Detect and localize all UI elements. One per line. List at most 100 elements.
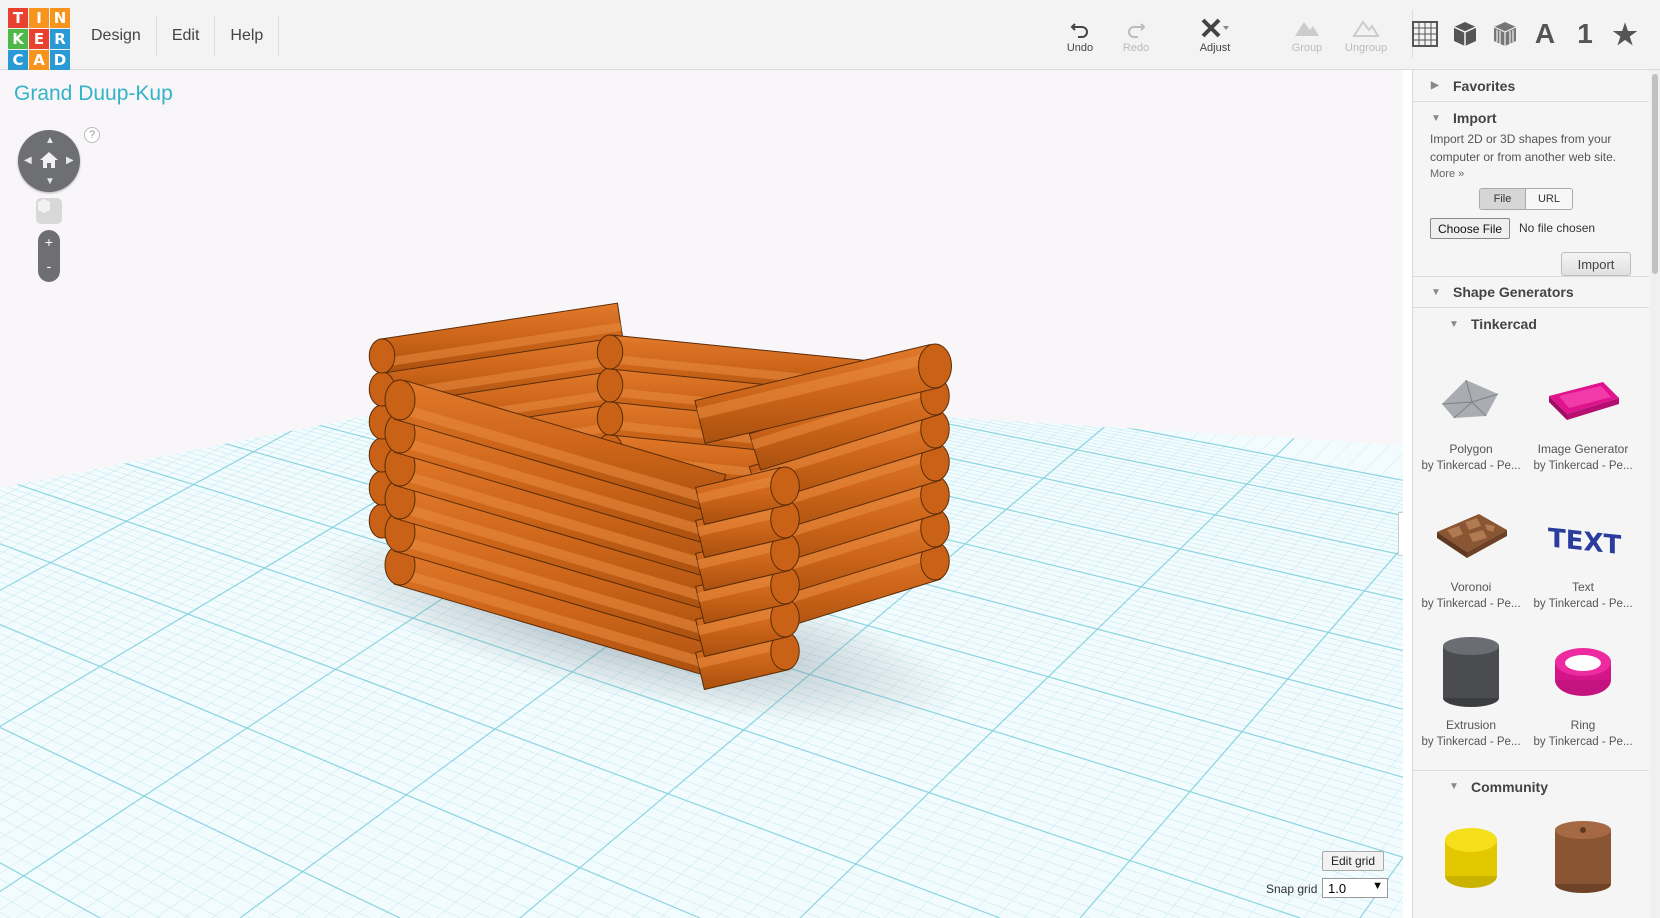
ring-thumbnail	[1543, 632, 1623, 712]
import-button[interactable]: Import	[1561, 252, 1631, 276]
undo-icon	[1069, 14, 1091, 42]
community-shape-card[interactable]	[1527, 818, 1639, 918]
expanded-triangle-icon: ▼	[1449, 318, 1459, 330]
snap-grid-select[interactable]: 1.0 ▼	[1322, 878, 1388, 898]
file-status: No file chosen	[1519, 221, 1596, 235]
logo-tile: K	[8, 29, 28, 49]
wireframe-box-icon[interactable]	[1490, 17, 1520, 51]
workplane-canvas[interactable]: Grand Duup-Kup ▲ ▼ ◀ ▶ ? + - Edit grid S…	[0, 70, 1403, 918]
snap-grid-label: Snap grid	[1266, 882, 1318, 896]
panel-collapse-toggle[interactable]: ❭	[1398, 512, 1403, 556]
help-icon[interactable]: ?	[84, 127, 100, 143]
shape-card-polygon[interactable]: Polygon by Tinkercad - Pe...	[1415, 356, 1527, 484]
redo-button[interactable]: Redo	[1106, 14, 1166, 60]
tinkercad-subsection-header[interactable]: ▼ Tinkercad	[1413, 308, 1649, 340]
redo-label: Redo	[1122, 42, 1150, 54]
tab-file[interactable]: File	[1480, 189, 1526, 209]
shape-name: Extrusion	[1445, 718, 1497, 732]
group-label: Group	[1291, 42, 1323, 54]
snap-grid-value: 1.0	[1328, 880, 1347, 896]
number-one-icon[interactable]: 1	[1570, 17, 1600, 51]
extrusion-thumbnail	[1431, 632, 1511, 712]
shape-author: by Tinkercad - Pe...	[1421, 460, 1521, 472]
shape-name: Image Generator	[1537, 442, 1629, 456]
scrollbar-thumb[interactable]	[1652, 74, 1658, 274]
shape-card-text[interactable]: TEXT Text by Tinkercad - Pe...	[1527, 494, 1639, 622]
expanded-triangle-icon: ▼	[1431, 112, 1441, 124]
orbit-left-icon[interactable]: ◀	[24, 155, 32, 166]
undo-label: Undo	[1066, 42, 1094, 54]
collapsed-triangle-icon: ▶	[1431, 80, 1439, 91]
favorites-title: Favorites	[1453, 77, 1516, 94]
grid-icon[interactable]	[1410, 17, 1440, 51]
tinkercad-logo[interactable]: TIN KER CAD	[8, 8, 72, 70]
ortho-view-button[interactable]	[36, 198, 62, 224]
orbit-right-icon[interactable]: ▶	[66, 155, 74, 166]
chevron-down-icon: ▼	[1372, 880, 1383, 892]
expanded-triangle-icon: ▼	[1449, 781, 1459, 792]
ungroup-label: Ungroup	[1344, 42, 1388, 54]
star-icon[interactable]: ★	[1610, 17, 1640, 51]
zoom-control: + -	[38, 230, 60, 282]
shape-name: Text	[1571, 580, 1594, 594]
box-icon[interactable]	[1450, 17, 1480, 51]
tab-url[interactable]: URL	[1526, 189, 1572, 209]
shape-author: by Tinkercad - Pe...	[1533, 736, 1633, 748]
shape-card-extrusion[interactable]: Extrusion by Tinkercad - Pe...	[1415, 632, 1527, 760]
yellow-shape-thumbnail	[1431, 818, 1511, 898]
cube-icon	[38, 199, 50, 213]
shape-name: Polygon	[1449, 442, 1493, 456]
edit-grid-button[interactable]: Edit grid	[1322, 851, 1385, 871]
logo-tile: E	[29, 29, 49, 49]
tinkercad-editor: TINKERCAD Design Edit Help Undo Redo Adj…	[0, 0, 1660, 918]
logo-tile: I	[29, 8, 49, 28]
orbit-down-icon[interactable]: ▼	[45, 176, 55, 187]
polygon-thumbnail	[1431, 356, 1511, 436]
image-generator-thumbnail	[1543, 356, 1623, 436]
adjust-icon	[1199, 14, 1231, 42]
design-title[interactable]: Grand Duup-Kup	[14, 82, 173, 106]
logo-tile: T	[8, 8, 28, 28]
zoom-in-button[interactable]: +	[38, 234, 60, 250]
import-more-link[interactable]: More »	[1430, 168, 1464, 180]
shape-generators-title: Shape Generators	[1453, 284, 1574, 300]
logo-tile: A	[29, 50, 49, 70]
undo-button[interactable]: Undo	[1050, 14, 1110, 60]
menu-help[interactable]: Help	[215, 16, 280, 56]
logo-tile: C	[8, 50, 28, 70]
main-menu: Design Edit Help	[76, 16, 280, 56]
sidebar-scrollbar[interactable]	[1650, 70, 1660, 918]
adjust-label: Adjust	[1199, 42, 1231, 54]
shape-card-voronoi[interactable]: Voronoi by Tinkercad - Pe...	[1415, 494, 1527, 622]
menu-edit[interactable]: Edit	[157, 16, 216, 56]
letter-a-icon[interactable]: A	[1530, 17, 1560, 51]
group-button[interactable]: Group	[1277, 14, 1337, 60]
choose-file-button[interactable]: Choose File	[1430, 218, 1511, 239]
voronoi-thumbnail	[1431, 494, 1511, 574]
favorites-header[interactable]: ▶ Favorites	[1413, 70, 1649, 102]
shape-generators-header[interactable]: ▼ Shape Generators	[1413, 276, 1649, 308]
ungroup-button[interactable]: Ungroup	[1336, 14, 1396, 60]
zoom-out-button[interactable]: -	[38, 258, 60, 274]
shape-author: by Tinkercad - Pe...	[1533, 598, 1633, 610]
adjust-button[interactable]: Adjust	[1185, 14, 1245, 60]
shape-name: Voronoi	[1450, 580, 1492, 594]
community-shape-card[interactable]	[1415, 818, 1527, 918]
redo-icon	[1125, 14, 1147, 42]
logo-tile: R	[50, 29, 70, 49]
menu-design[interactable]: Design	[76, 16, 157, 56]
shape-author: by Tinkercad - Pe...	[1533, 460, 1633, 472]
barrel-thumbnail	[1543, 818, 1623, 898]
view-navigation-control[interactable]: ▲ ▼ ◀ ▶	[18, 130, 80, 192]
orbit-up-icon[interactable]: ▲	[45, 135, 55, 146]
shape-name: Ring	[1570, 718, 1596, 732]
community-subsection-header[interactable]: ▼ Community	[1413, 770, 1649, 802]
home-view-icon[interactable]	[39, 151, 59, 169]
shape-card-image-generator[interactable]: Image Generator by Tinkercad - Pe...	[1527, 356, 1639, 484]
shape-card-ring[interactable]: Ring by Tinkercad - Pe...	[1527, 632, 1639, 760]
import-title: Import	[1453, 110, 1497, 126]
shape-author: by Tinkercad - Pe...	[1421, 736, 1521, 748]
shape-author: by Tinkercad - Pe...	[1421, 598, 1521, 610]
text-thumb-label: TEXT	[1548, 523, 1621, 561]
top-bar: TINKERCAD Design Edit Help Undo Redo Adj…	[0, 0, 1660, 70]
